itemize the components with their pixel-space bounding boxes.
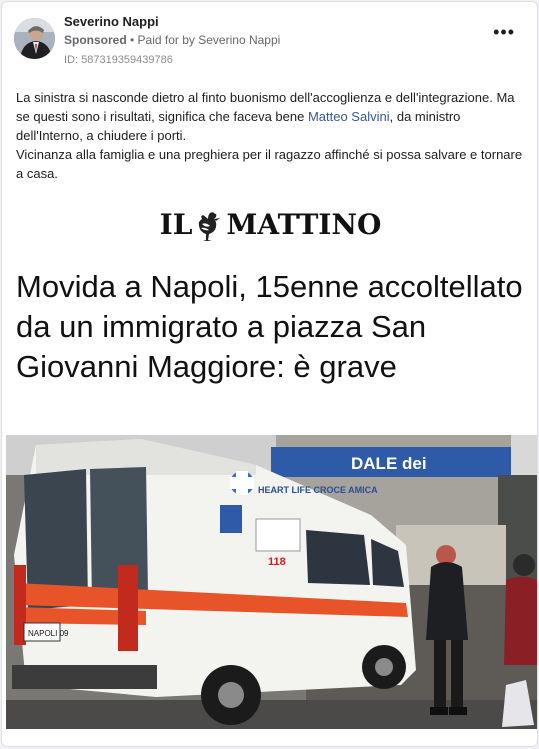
post-text: La sinistra si nasconde dietro al finto … (16, 88, 526, 183)
article-photo[interactable]: DALE dei HEART LIFE CROCE AMICA 118 NAPO… (6, 435, 537, 729)
license-plate: NAPOLI 09 (28, 629, 69, 638)
author-avatar[interactable] (14, 18, 55, 59)
article-headline[interactable]: Movida a Napoli, 15enne accoltellato da … (16, 267, 531, 387)
separator-dot: • (126, 33, 138, 47)
sponsored-post-card: Severino Nappi Sponsored • Paid for by S… (1, 1, 538, 747)
hospital-sign: DALE dei (351, 454, 427, 473)
post-paragraph-1: La sinistra si nasconde dietro al finto … (16, 88, 526, 145)
logo-text-right: MATTINO (226, 208, 382, 241)
sponsored-label: Sponsored (64, 33, 127, 47)
sponsored-line: Sponsored • Paid for by Severino Nappi (64, 33, 280, 47)
salvini-link[interactable]: Matteo Salvini (308, 109, 390, 124)
more-options-button[interactable]: ••• (493, 23, 515, 41)
ambulance-118: 118 (268, 556, 286, 568)
rooster-icon (194, 210, 224, 244)
paid-for-name[interactable]: Severino Nappi (198, 33, 280, 47)
ambulance-text: HEART LIFE CROCE AMICA (258, 485, 378, 495)
ad-id: ID: 587319359439786 (64, 54, 173, 66)
logo-text-left: IL (159, 208, 193, 241)
il-mattino-logo: IL MATTINO (2, 205, 537, 245)
post-paragraph-2: Vicinanza alla famiglia e una preghiera … (16, 147, 523, 181)
author-name[interactable]: Severino Nappi (64, 14, 159, 29)
paid-for-prefix: Paid for by (137, 33, 199, 47)
